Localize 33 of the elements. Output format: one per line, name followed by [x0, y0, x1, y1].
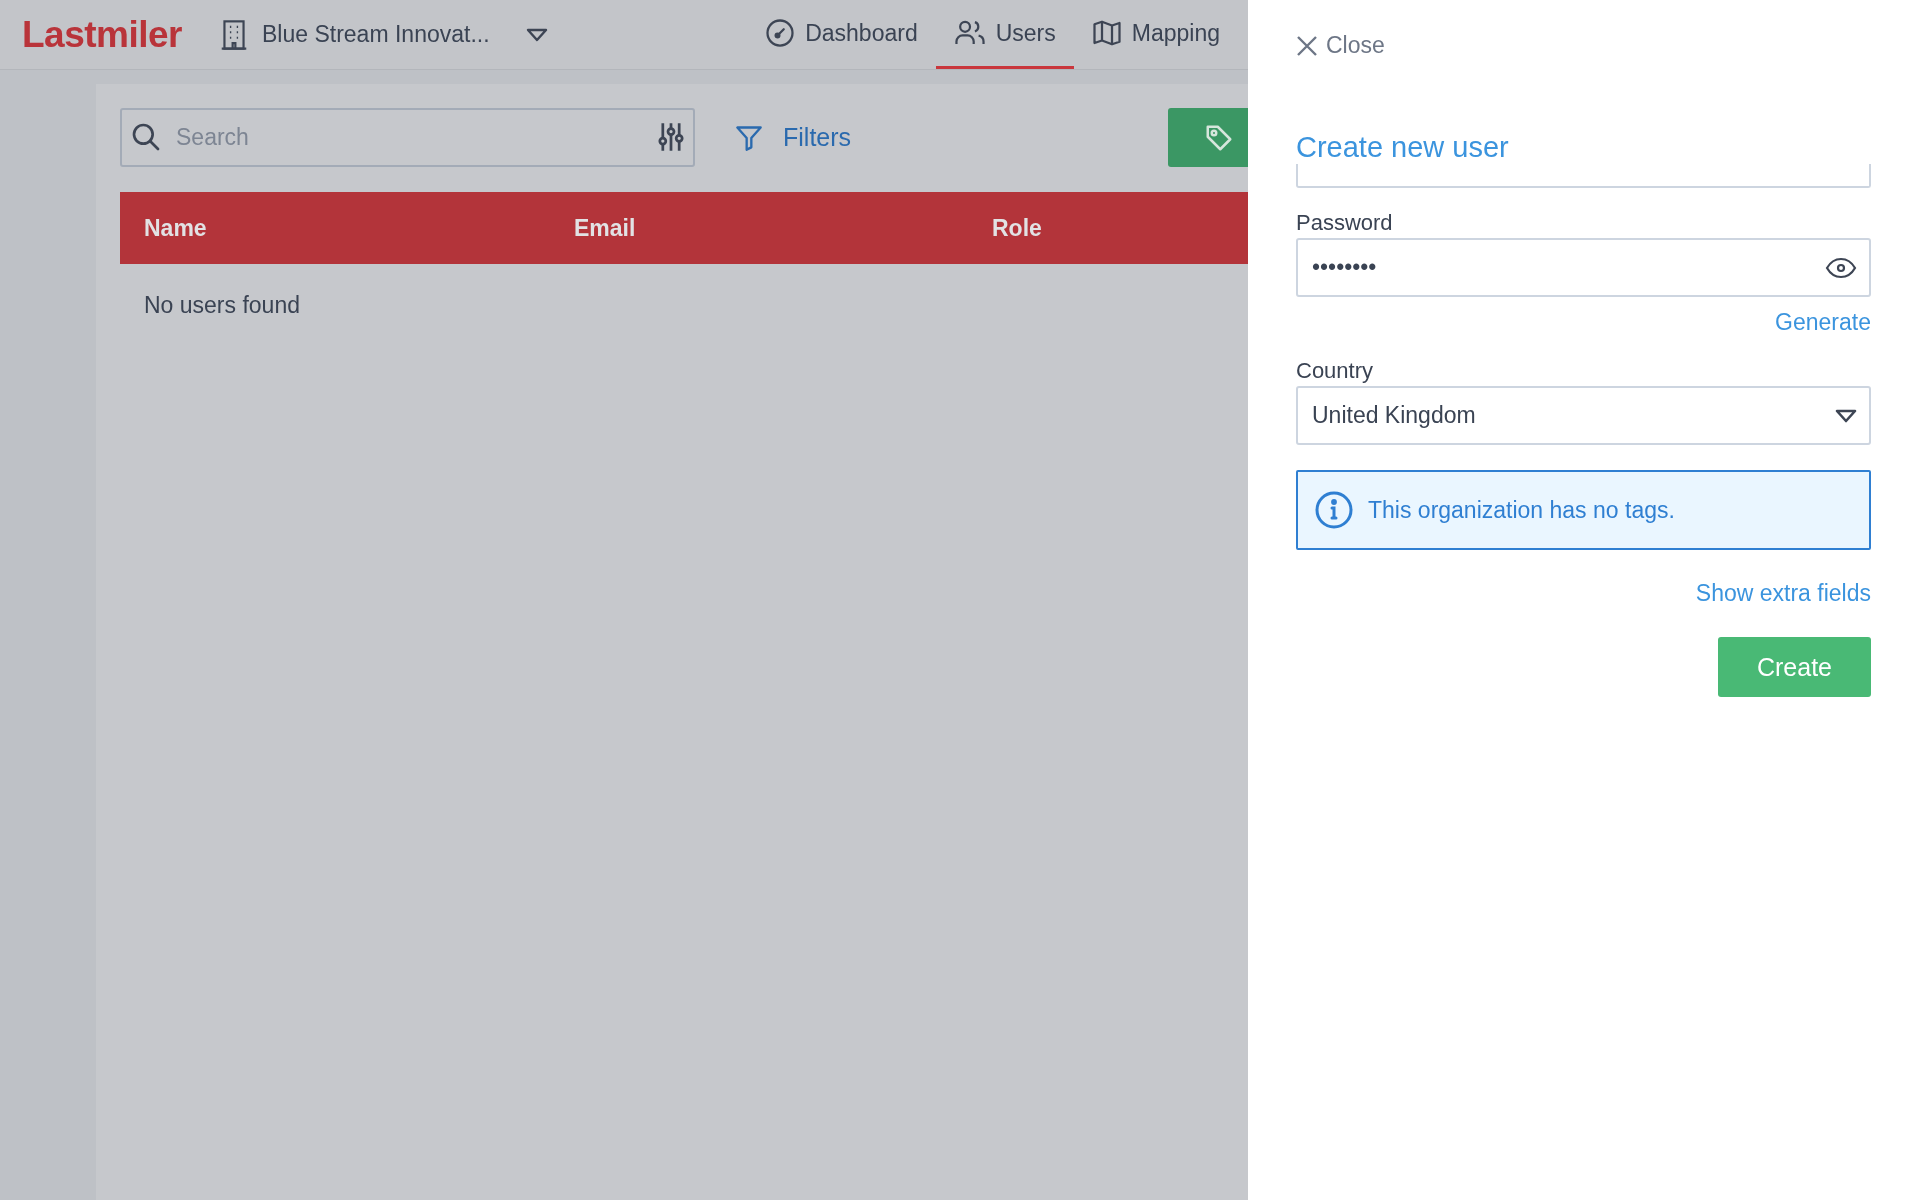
- password-field[interactable]: ••••••••: [1296, 238, 1871, 297]
- caret-icon[interactable]: [525, 27, 548, 42]
- nav-tab[interactable]: Dashboard: [747, 0, 936, 69]
- filters-button[interactable]: Filters: [735, 123, 852, 152]
- map-icon: [1091, 18, 1122, 48]
- show-extra-fields-link[interactable]: Show extra fields: [1695, 580, 1871, 607]
- column-header: Role: [991, 214, 1043, 242]
- column-header: Email: [573, 214, 637, 242]
- notice-text: This organization has no tags.: [1368, 496, 1675, 524]
- app-logo[interactable]: Lastmiler: [22, 13, 182, 56]
- country-select[interactable]: United Kingdom: [1296, 386, 1871, 445]
- nav-tab[interactable]: Users: [935, 0, 1074, 69]
- input-field[interactable]: [1296, 164, 1871, 188]
- nav-tab[interactable]: Mapping: [1073, 0, 1238, 69]
- column-header: Name: [143, 214, 208, 242]
- empty-message: No users found: [143, 291, 301, 320]
- generate-link[interactable]: Generate: [1775, 309, 1871, 336]
- field-label: Country: [1296, 358, 1375, 384]
- search-icon: [130, 121, 162, 153]
- close-button[interactable]: Close: [1296, 32, 1385, 59]
- panel-title: Create new user: [1296, 131, 1510, 164]
- tag-button[interactable]: [1168, 108, 1248, 167]
- sliders-icon[interactable]: [657, 122, 685, 152]
- info-icon: [1314, 490, 1354, 530]
- building-icon: [220, 19, 248, 50]
- eye-icon[interactable]: [1825, 256, 1857, 279]
- caret-icon: [1835, 408, 1857, 423]
- field-label: Password: [1296, 210, 1394, 236]
- dashboard-icon: [765, 18, 796, 48]
- organization-name[interactable]: Blue Stream Innovat...: [262, 21, 490, 48]
- filter-icon: [735, 123, 763, 152]
- search-field[interactable]: Search: [120, 108, 695, 167]
- close-icon: [1296, 34, 1318, 57]
